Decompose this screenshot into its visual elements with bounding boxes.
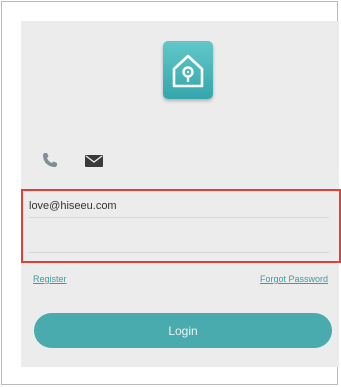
register-link[interactable]: Register xyxy=(33,274,67,284)
email-underline xyxy=(29,217,329,218)
mail-icon xyxy=(85,155,103,167)
phone-login-tab[interactable] xyxy=(41,151,59,169)
password-field[interactable] xyxy=(29,226,329,248)
password-underline xyxy=(29,252,329,253)
forgot-password-link[interactable]: Forgot Password xyxy=(260,274,328,284)
login-button[interactable]: Login xyxy=(34,313,332,348)
login-method-tabs xyxy=(41,151,161,169)
app-logo xyxy=(163,41,213,99)
email-login-tab[interactable] xyxy=(85,154,103,167)
email-field[interactable] xyxy=(29,195,329,217)
screenshot-frame: Register Forgot Password Login xyxy=(1,1,341,385)
home-icon xyxy=(172,54,204,88)
phone-icon xyxy=(43,153,57,167)
